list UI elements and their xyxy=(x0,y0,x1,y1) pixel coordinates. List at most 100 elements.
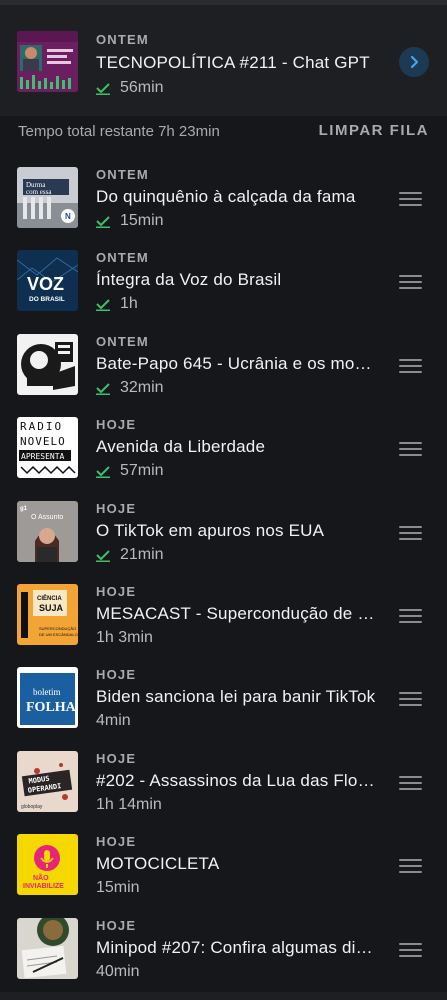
drag-handle-icon[interactable] xyxy=(399,608,422,623)
episode-title: MESACAST - Supercondução de um escândalo xyxy=(96,603,376,623)
episode-artwork xyxy=(17,333,78,395)
episode-artwork: MODUS OPERANDI globoplay xyxy=(17,750,78,812)
svg-text:NÃO: NÃO xyxy=(33,873,49,882)
remaining-time-label: Tempo total restante 7h 23min xyxy=(18,123,220,140)
episode-artwork: g1 O Assunto xyxy=(17,500,78,562)
episode-artwork: RADIO NOVELO APRESENTA xyxy=(17,417,78,479)
svg-text:APRESENTA: APRESENTA xyxy=(21,452,65,461)
durma-com-essa-art: Durma com essa N xyxy=(17,167,78,228)
queue-item[interactable]: VOZ DO BRASIL ONTEM Íntegra da Voz do Br… xyxy=(0,240,447,323)
episode-duration: 15min xyxy=(96,879,140,897)
svg-text:INVIABILIZE: INVIABILIZE xyxy=(23,883,64,890)
downloaded-check-icon xyxy=(96,216,110,228)
downloaded-check-icon xyxy=(96,83,110,95)
episode-duration: 21min xyxy=(120,545,164,563)
queue-list: Durma com essa N ONTEM Do quinquênio à c… xyxy=(0,157,447,991)
queue-item[interactable]: boletim FOLHA HOJE Biden sanciona lei pa… xyxy=(0,657,447,740)
episode-title: MOTOCICLETA xyxy=(96,854,220,874)
svg-text:RADIO: RADIO xyxy=(20,420,63,433)
radio-novelo-art: RADIO NOVELO APRESENTA xyxy=(17,417,78,479)
svg-text:VOZ: VOZ xyxy=(27,274,64,294)
episode-artwork: CIÊNCIA SUJA SUPERCONDUÇÃO DE UM ESCÂNDA… xyxy=(17,583,78,645)
clear-queue-button[interactable]: LIMPAR FILA xyxy=(319,122,429,139)
voz-do-brasil-art: VOZ DO BRASIL xyxy=(17,250,78,312)
episode-duration: 15min xyxy=(120,212,164,229)
drag-handle-icon[interactable] xyxy=(399,525,422,540)
queue-item[interactable]: CIÊNCIA SUJA SUPERCONDUÇÃO DE UM ESCÂNDA… xyxy=(0,574,447,657)
episode-date: ONTEM xyxy=(96,333,149,349)
drag-handle-icon[interactable] xyxy=(399,942,422,957)
queue-item[interactable]: HOJE Minipod #207: Confira algumas dicas… xyxy=(0,908,447,991)
svg-text:FOLHA: FOLHA xyxy=(26,700,77,715)
episode-title: Minipod #207: Confira algumas dicas xyxy=(96,937,376,957)
boletim-folha-art: boletim FOLHA xyxy=(17,667,78,729)
downloaded-check-icon xyxy=(96,466,110,479)
drag-handle-icon[interactable] xyxy=(399,442,422,457)
svg-text:g1: g1 xyxy=(20,506,28,512)
queue-item[interactable]: RADIO NOVELO APRESENTA HOJE Avenida da L… xyxy=(0,407,447,490)
episode-date: HOJE xyxy=(96,417,137,433)
episode-date: HOJE xyxy=(96,500,137,516)
svg-text:com essa: com essa xyxy=(26,188,52,196)
episode-duration: 1h 14min xyxy=(96,795,162,813)
episode-artwork: Durma com essa N xyxy=(17,167,78,228)
episode-duration: 1h xyxy=(120,295,138,313)
o-assunto-art: g1 O Assunto xyxy=(17,500,78,562)
svg-text:globoplay: globoplay xyxy=(21,804,43,810)
downloaded-check-icon xyxy=(96,383,110,395)
drag-handle-icon[interactable] xyxy=(399,859,422,874)
episode-artwork xyxy=(17,917,78,979)
queue-item[interactable]: NÃO INVIABILIZE HOJE MOTOCICLETA 15min xyxy=(0,824,447,907)
episode-date: HOJE xyxy=(96,834,137,850)
episode-title: #202 - Assassinos da Lua das Flores xyxy=(96,770,376,790)
episode-date: HOJE xyxy=(96,750,137,766)
bottom-strip xyxy=(0,992,447,1000)
episode-duration: 57min xyxy=(120,462,164,480)
downloaded-check-icon xyxy=(96,299,110,312)
tecnopolitica-art xyxy=(17,31,78,92)
drag-handle-icon[interactable] xyxy=(399,775,422,790)
episode-title: O TikTok em apuros nos EUA xyxy=(96,520,325,540)
now-playing-duration: 56min xyxy=(120,79,164,96)
episode-artwork: boletim FOLHA xyxy=(17,667,78,729)
episode-date: HOJE xyxy=(96,583,137,599)
queue-item[interactable]: ONTEM Bate-Papo 645 - Ucrânia e os movim… xyxy=(0,324,447,407)
episode-date: HOJE xyxy=(96,667,137,683)
modus-operandi-art: MODUS OPERANDI globoplay xyxy=(17,750,78,812)
nao-inviabilize-art: NÃO INVIABILIZE xyxy=(17,834,78,896)
now-playing-title[interactable]: TECNOPOLÍTICA #211 - Chat GPT xyxy=(96,52,381,74)
episode-artwork: VOZ DO BRASIL xyxy=(17,250,78,312)
now-playing-date: ONTEM xyxy=(96,32,149,47)
episode-date: ONTEM xyxy=(96,250,149,266)
episode-duration: 32min xyxy=(120,378,164,396)
episode-title: Íntegra da Voz do Brasil xyxy=(96,270,282,290)
drag-handle-icon[interactable] xyxy=(399,692,422,707)
svg-text:DO BRASIL: DO BRASIL xyxy=(29,296,65,303)
svg-text:SUPERCONDUÇÃO: SUPERCONDUÇÃO xyxy=(39,626,76,631)
now-playing-artwork xyxy=(17,31,78,92)
queue-item[interactable]: g1 O Assunto HOJE O TikTok em apuros nos… xyxy=(0,491,447,574)
svg-text:N: N xyxy=(65,212,71,221)
drag-handle-icon[interactable] xyxy=(399,358,422,373)
drag-handle-icon[interactable] xyxy=(399,192,422,206)
svg-text:SUJA: SUJA xyxy=(39,603,64,613)
svg-text:O Assunto: O Assunto xyxy=(31,514,63,521)
episode-title: Biden sanciona lei para banir TikTok xyxy=(96,687,376,707)
episode-duration: 4min xyxy=(96,712,131,730)
svg-text:NOVELO: NOVELO xyxy=(20,435,66,448)
drag-handle-icon[interactable] xyxy=(399,275,422,290)
queue-summary: Tempo total restante 7h 23min LIMPAR FIL… xyxy=(0,116,447,156)
downloaded-check-icon xyxy=(96,549,110,562)
episode-date: HOJE xyxy=(96,917,137,933)
bate-papo-art xyxy=(17,333,78,395)
svg-text:CIÊNCIA: CIÊNCIA xyxy=(37,594,62,602)
episode-title: Avenida da Liberdade xyxy=(96,437,266,457)
episode-duration: 1h 3min xyxy=(96,628,153,646)
episode-duration: 40min xyxy=(96,962,140,980)
queue-item[interactable]: MODUS OPERANDI globoplay HOJE #202 - Ass… xyxy=(0,741,447,824)
queue-item[interactable]: Durma com essa N ONTEM Do quinquênio à c… xyxy=(0,157,447,240)
svg-text:boletim: boletim xyxy=(33,687,61,697)
now-playing-card[interactable]: ONTEM TECNOPOLÍTICA #211 - Chat GPT 56mi… xyxy=(0,5,447,116)
chevron-right-icon[interactable] xyxy=(399,47,429,77)
ciencia-suja-art: CIÊNCIA SUJA SUPERCONDUÇÃO DE UM ESCÂNDA… xyxy=(17,583,78,645)
